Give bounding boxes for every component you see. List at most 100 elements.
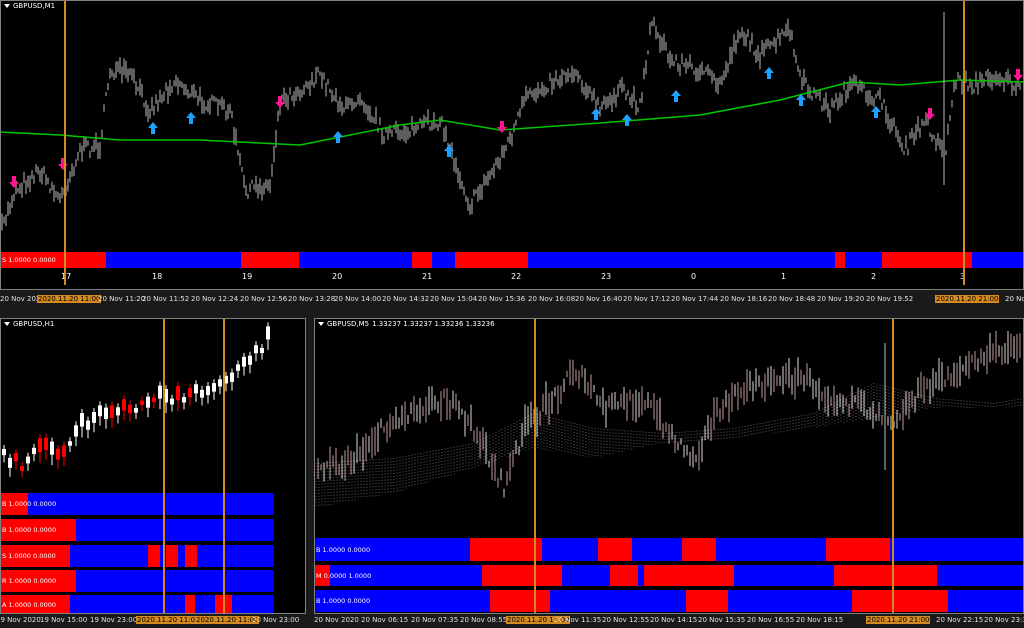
buy-arrow-icon [671,90,681,102]
candle [14,453,18,462]
m1-chart-window[interactable]: GBPUSD,M1 S 1.0000 0.0000 17 18 19 20 21 22 23… [0,0,1024,290]
marker-line[interactable] [534,318,536,614]
time-axis-label: 20 Nov 11:52 [142,295,190,303]
time-axis-label: 20 Nov 17:44 [671,295,719,303]
time-axis-label: 20 Nov 22:15 [936,616,984,624]
time-axis-label: 20 Nov 14:15 [650,616,698,624]
time-axis-label: 2020.11.20 11:00 [136,616,201,624]
candle [2,448,6,456]
candle [38,438,42,453]
time-axis-label: 20 Nov 16:55 [747,616,795,624]
chart-menu-icon[interactable] [4,4,10,8]
h1-indicator-bar: B 1.0000 0.0000 [0,519,274,541]
m5-indicator-bar: B 1.0000 0.0000 [314,538,1024,561]
buy-arrow-icon [871,106,881,118]
buy-arrow-icon [622,114,632,126]
time-axis-label: 20 Nov 11:20 [98,295,146,303]
marker-line[interactable] [163,318,165,614]
m1-bars [1,16,1021,231]
h1-indicator-bar: R 1.0000 0.0000 [0,570,274,592]
h1-time-axis: 19 Nov 2020 19 Nov 15:00 19 Nov 23:00 2020.… [0,616,306,626]
buy-arrow-icon [186,112,196,124]
time-axis-label: 20 Nov 18:16 [720,295,768,303]
time-axis-label: 20 Nov 15:35 [698,616,746,624]
hour-ticks: 171819202122230123 [0,272,1024,282]
candle [140,400,144,406]
candle [26,456,30,464]
time-axis-label: 20 Nov 11:35 [554,616,602,624]
time-axis-label: 20 Nov 08:55 [460,616,508,624]
candle [176,386,180,401]
h1-price-chart [2,322,270,478]
candle [110,405,114,419]
time-axis-label: 19 Nov 15:00 [40,616,88,624]
candle [98,405,102,417]
time-axis-label: 20 Nov 13:28 [288,295,336,303]
candle [188,388,192,398]
h1-candles [2,322,270,478]
sell-arrow-icon [9,176,19,188]
chart-menu-icon[interactable] [318,322,324,326]
marker-line[interactable] [892,318,894,614]
m5-chart-window[interactable]: GBPUSD,M5 1.33237 1.33237 1.33236 1.3323… [314,318,1024,614]
hour-tick-label: 18 [152,272,163,281]
time-axis-label: 20 Nov 12:55 [602,616,650,624]
time-axis-label: 2020.11.20 21:00 [935,295,1000,303]
buy-arrow-icon [333,131,343,143]
sell-arrow-icon [1013,69,1023,81]
time-axis-label: 20 Nov 16:40 [575,295,623,303]
time-axis-label: 20 Nov 15:04 [430,295,478,303]
hour-tick-label: 1 [781,272,787,281]
h1-chart-window[interactable]: GBPUSD,H1 B 1.0000 0.0000 B 1.0000 0.000… [0,318,306,614]
hour-tick-label: 20 [332,272,343,281]
candle [236,364,240,371]
hour-tick-label: 22 [511,272,522,281]
time-axis-label: 20 Nov 14:00 [334,295,382,303]
candle [194,384,198,394]
candle [44,437,48,450]
time-axis-label: 20 Nov 23:00 [252,616,300,624]
time-axis-label: 20 Nov 14:32 [382,295,430,303]
m1-time-axis: 20 Nov 2020 2020.11.20 11:00 20 Nov 11:20 2… [0,295,1024,305]
hour-tick-label: 17 [61,272,72,281]
m1-indicator-label: S 1.0000 0.0000 [2,256,56,264]
candle [260,347,264,354]
time-axis-label: 20 Nov 16:08 [528,295,576,303]
m5-time-axis: 20 Nov 2020 20 Nov 06:15 20 Nov 07:35 20 No… [314,616,1024,626]
candle [50,441,54,455]
candle [158,385,162,399]
m1-chart-title: GBPUSD,M1 [4,2,55,10]
buy-arrow-icon [148,122,158,134]
m1-indicator-bar: S 1.0000 0.0000 [0,252,1024,268]
candle [212,383,216,392]
m5-candles [317,330,1021,498]
h1-chart-title: GBPUSD,H1 [4,320,54,328]
time-axis-label: 20 Nov 19:52 [866,295,914,303]
m5-price-chart [315,330,1022,508]
marker-line[interactable] [223,318,225,614]
chart-menu-icon[interactable] [4,322,10,326]
candle [254,345,258,354]
time-axis-label: 20 Nov 15:36 [478,295,526,303]
hour-tick-label: 21 [422,272,433,281]
marker-line[interactable] [963,0,965,285]
time-axis-label: 20 Nov 20:56 [1005,295,1024,303]
hour-tick-label: 2 [871,272,877,281]
h1-indicator-bar: B 1.0000 0.0000 [0,493,274,515]
marker-line[interactable] [64,0,66,285]
time-axis-label: 2020.11.20 11:00 [195,616,260,624]
time-axis-label: 19 Nov 23:00 [90,616,138,624]
time-axis-label: 20 Nov 07:35 [411,616,459,624]
m5-quote: 1.33237 1.33237 1.33236 1.33236 [372,320,495,328]
m1-price-chart [0,12,1024,231]
candle [80,413,84,427]
candle [62,445,66,457]
hour-tick-label: 23 [601,272,612,281]
time-axis-label: 19 Nov 2020 [0,616,41,624]
buy-arrow-icon [764,67,774,79]
candle [32,447,36,455]
time-axis-label: 20 Nov 12:24 [191,295,239,303]
candle [248,355,252,365]
m5-indicator-bar: M 0.0000 1.0000 [314,565,1024,586]
time-axis-label: 20 Nov 19:20 [817,295,865,303]
